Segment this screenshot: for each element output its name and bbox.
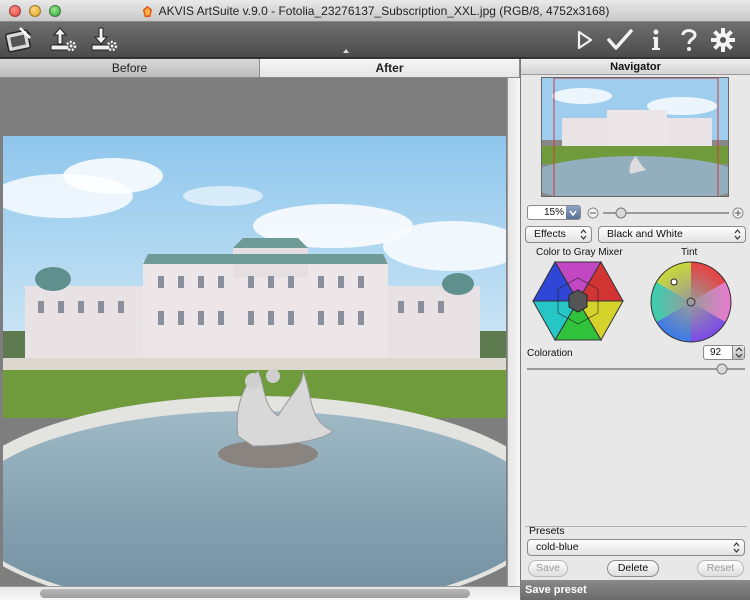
delete-preset-button[interactable]: Delete: [607, 560, 659, 577]
chevron-updown-icon: [580, 229, 587, 240]
horizontal-scroll-thumb[interactable]: [40, 589, 470, 598]
tab-after[interactable]: After: [260, 59, 520, 77]
preset-value: cold-blue: [536, 541, 579, 553]
preset-select[interactable]: cold-blue: [527, 539, 745, 556]
zoom-controls: 15%: [527, 205, 745, 221]
navigator-preview[interactable]: [541, 77, 729, 197]
zoom-slider[interactable]: [587, 207, 745, 219]
toolbar-collapse-icon[interactable]: [343, 49, 349, 53]
horizontal-scrollbar[interactable]: [0, 586, 520, 600]
tab-before[interactable]: Before: [0, 59, 260, 77]
image-canvas[interactable]: [0, 78, 507, 586]
status-hint: Save preset: [521, 580, 750, 600]
navigator-title: Navigator: [521, 59, 750, 75]
close-window-button[interactable]: [9, 4, 21, 17]
presets-label: Presets: [529, 525, 565, 537]
run-icon[interactable]: [570, 25, 600, 55]
chevron-updown-icon: [733, 542, 740, 553]
chevron-down-icon[interactable]: [566, 206, 580, 219]
effect-type-select[interactable]: Black and White: [598, 226, 746, 243]
tint-label: Tint: [681, 247, 698, 258]
collage-icon[interactable]: [4, 25, 34, 55]
presets-section: Presets cold-blue Save Delete Reset: [525, 525, 747, 577]
effect-category-value: Effects: [534, 228, 566, 240]
coloration-slider[interactable]: [527, 362, 745, 376]
gray-mixer-label: Color to Gray Mixer: [536, 247, 623, 258]
app-icon: [142, 5, 152, 17]
save-preset-button[interactable]: Save: [528, 560, 568, 577]
window-controls: [9, 4, 61, 17]
zoom-select[interactable]: 15%: [527, 205, 581, 220]
settings-gear-icon[interactable]: [708, 25, 738, 55]
effect-category-select[interactable]: Effects: [525, 226, 592, 243]
minimize-window-button[interactable]: [29, 4, 41, 17]
help-icon[interactable]: [674, 25, 704, 55]
save-file-icon[interactable]: [89, 25, 119, 55]
chevron-updown-icon: [734, 229, 741, 240]
color-gray-mixer[interactable]: [532, 260, 624, 342]
reset-preset-button[interactable]: Reset: [697, 560, 744, 577]
open-file-icon[interactable]: [48, 25, 78, 55]
effect-type-value: Black and White: [607, 228, 683, 240]
coloration-field[interactable]: 92: [703, 345, 745, 360]
window-title: AKVIS ArtSuite v.9.0 - Fotolia_23276137_…: [158, 4, 610, 18]
photo-preview: [3, 136, 506, 586]
coloration-label: Coloration: [527, 348, 573, 359]
settings-panel: Navigator 15% Effects Black and White Co…: [520, 59, 750, 600]
apply-check-icon[interactable]: [605, 25, 635, 55]
info-icon[interactable]: [641, 25, 671, 55]
navigator-thumbnail: [542, 78, 728, 196]
zoom-value: 15%: [543, 207, 564, 218]
window-titlebar: AKVIS ArtSuite v.9.0 - Fotolia_23276137_…: [0, 0, 750, 22]
tint-color-wheel[interactable]: [649, 260, 733, 344]
main-toolbar: [0, 22, 750, 58]
zoom-window-button[interactable]: [49, 4, 61, 17]
view-tabs: Before After: [0, 59, 520, 78]
coloration-value: 92: [710, 347, 722, 358]
coloration-stepper[interactable]: [732, 346, 744, 359]
vertical-scrollbar[interactable]: [507, 78, 520, 586]
